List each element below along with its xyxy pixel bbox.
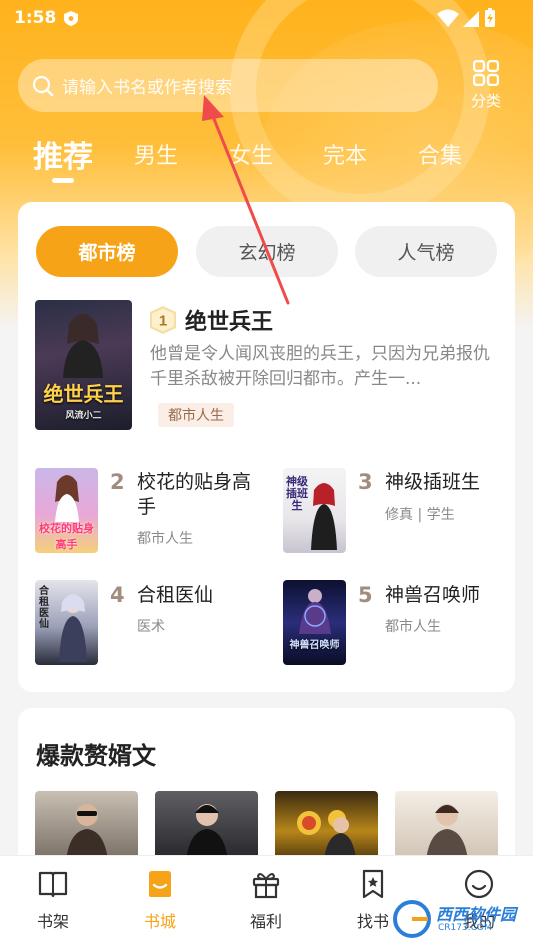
signal-icon [463, 11, 479, 27]
rank-number: 4 [110, 583, 125, 607]
book-tags: 都市人生 [385, 619, 441, 635]
tab-female[interactable]: 女生 [229, 138, 273, 170]
status-time: 1:58 [14, 8, 57, 28]
nav-label: 书城 [143, 912, 176, 931]
pill-popular[interactable]: 人气榜 [355, 226, 497, 277]
ranking-card: 都市榜 玄幻榜 人气榜 绝世兵王 风流小二 1 绝世兵王 他曾是令人闻风丧胆的兵… [18, 202, 515, 692]
cover-figure [63, 314, 103, 378]
system-icons [437, 8, 495, 27]
store-icon [149, 871, 171, 897]
book-title: 校花的贴身高手 [137, 471, 252, 518]
tab-completed[interactable]: 完本 [323, 138, 367, 170]
nav-label: 福利 [249, 912, 282, 931]
cover-title: 绝世兵王 [43, 382, 124, 406]
channel-tabs: 推荐 男生 女生 完本 合集 [0, 132, 533, 192]
grid-icon [473, 60, 499, 86]
bookmark-star-icon [362, 869, 384, 899]
watermark-url: CR173.COM [438, 923, 492, 933]
search-input[interactable]: 请输入书名或作者搜索 [18, 59, 438, 112]
nav-store[interactable]: 书城 [125, 868, 195, 932]
shield-icon [64, 11, 78, 26]
cover-title: 校花的贴身高手 [39, 522, 94, 551]
book-open-icon [38, 871, 68, 898]
cover-author: 风流小二 [65, 411, 102, 421]
watermark-logo [393, 900, 431, 938]
book-cover[interactable]: 神兽召唤师 [283, 580, 346, 665]
book-title: 神兽召唤师 [385, 584, 481, 606]
book-title: 绝世兵王 [185, 310, 274, 335]
nav-bookshelf[interactable]: 书架 [18, 868, 88, 932]
search-icon [32, 75, 54, 96]
book-tags: 修真 | 学生 [385, 507, 455, 523]
book-tag: 都市人生 [158, 403, 234, 427]
rank-number: 1 [159, 313, 167, 330]
nav-welfare[interactable]: 福利 [231, 868, 301, 932]
cover-title: 神兽召唤师 [289, 640, 340, 651]
nav-label: 书架 [36, 912, 69, 931]
category-label: 分类 [470, 92, 501, 110]
tab-indicator [52, 178, 74, 183]
tab-collection[interactable]: 合集 [418, 138, 462, 170]
rank-number: 3 [358, 470, 373, 494]
book-tags: 都市人生 [137, 531, 193, 547]
section-heading: 爆款赘婿文 [36, 742, 156, 770]
pill-fantasy[interactable]: 玄幻榜 [196, 226, 338, 277]
book-cover[interactable]: 神级插班生 [283, 468, 346, 553]
status-bar: 1:58 [0, 0, 533, 36]
book-description: 他曾是令人闻风丧胆的兵王，只因为兄弟报仇千里杀敌被开除回归都市。产生一... [150, 344, 490, 389]
book-title: 神级插班生 [385, 471, 481, 493]
book-cover[interactable]: 校花的贴身高手 [35, 468, 98, 553]
book-cover[interactable]: 绝世兵王 风流小二 [35, 300, 132, 430]
book-cover[interactable]: 合租医仙 [35, 580, 98, 665]
gift-icon [252, 873, 280, 899]
cover-title: 神级插班生 [286, 475, 308, 512]
pill-urban[interactable]: 都市榜 [36, 226, 178, 277]
book-title: 合租医仙 [137, 584, 214, 606]
watermark: 西西软件园 CR173.COM [386, 893, 526, 941]
rank-badge: 1 [150, 306, 176, 334]
book-tags: 医术 [137, 619, 165, 635]
rank-number: 2 [110, 470, 125, 494]
tab-male[interactable]: 男生 [134, 138, 178, 170]
search-placeholder: 请输入书名或作者搜索 [62, 78, 232, 98]
watermark-brand: 西西软件园 [436, 905, 517, 924]
tab-recommend[interactable]: 推荐 [33, 132, 93, 176]
cover-title: 合租医仙 [39, 586, 49, 630]
rank-number: 5 [358, 583, 373, 607]
wifi-icon [437, 9, 459, 27]
category-button[interactable]: 分类 [464, 60, 508, 114]
